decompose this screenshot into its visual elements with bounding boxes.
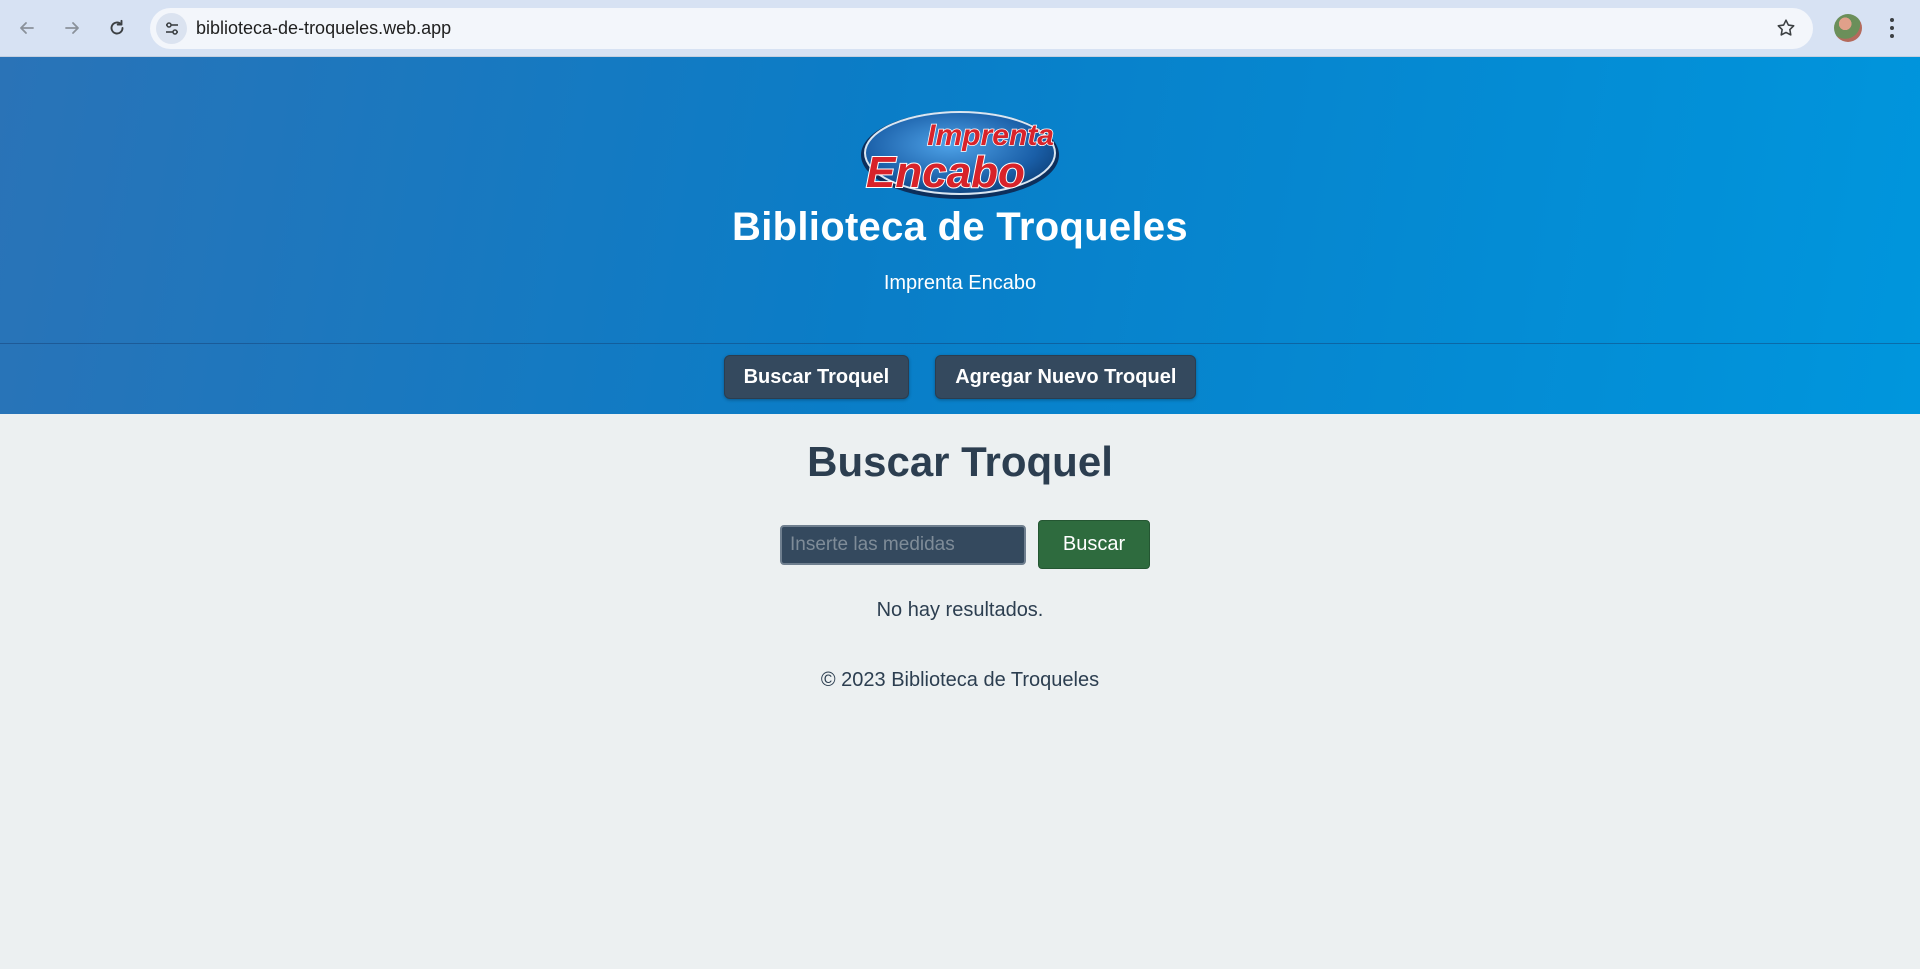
back-button[interactable] [10,11,44,45]
imprenta-encabo-logo: Imprenta Encabo [861,111,1059,199]
site-header: Imprenta Encabo Biblioteca de Troqueles … [0,57,1920,414]
nav-buscar-troquel-button[interactable]: Buscar Troquel [723,355,910,399]
search-form: Buscar [780,520,1150,569]
reload-icon [110,19,124,35]
reload-button[interactable] [100,11,134,45]
search-input[interactable] [780,524,1026,565]
tune-icon [165,21,178,35]
star-outline-icon[interactable] [1775,17,1797,39]
logo-text-bottom: Encabo [866,148,1025,197]
page-footer: © 2023 Biblioteca de Troqueles [820,669,1100,691]
nav-agregar-troquel-button[interactable]: Agregar Nuevo Troquel [935,355,1197,399]
site-info-button[interactable] [156,13,187,44]
browser-toolbar: biblioteca-de-troqueles.web.app [0,0,1920,57]
arrow-right-icon [65,22,79,34]
header-divider [0,343,1920,344]
page-title: Biblioteca de Troqueles [732,205,1188,249]
url-text[interactable]: biblioteca-de-troqueles.web.app [196,18,451,39]
arrow-left-icon [20,22,34,34]
main-nav: Buscar Troquel Agregar Nuevo Troquel [0,355,1920,399]
results-message: No hay resultados. [876,599,1044,621]
three-dots-vertical-icon[interactable] [1882,14,1902,42]
profile-avatar[interactable] [1834,14,1862,42]
page-subtitle: Imprenta Encabo [883,272,1037,294]
search-button[interactable]: Buscar [1038,520,1150,569]
forward-button[interactable] [55,11,89,45]
section-heading: Buscar Troquel [807,438,1113,485]
address-bar[interactable]: biblioteca-de-troqueles.web.app [150,8,1813,49]
